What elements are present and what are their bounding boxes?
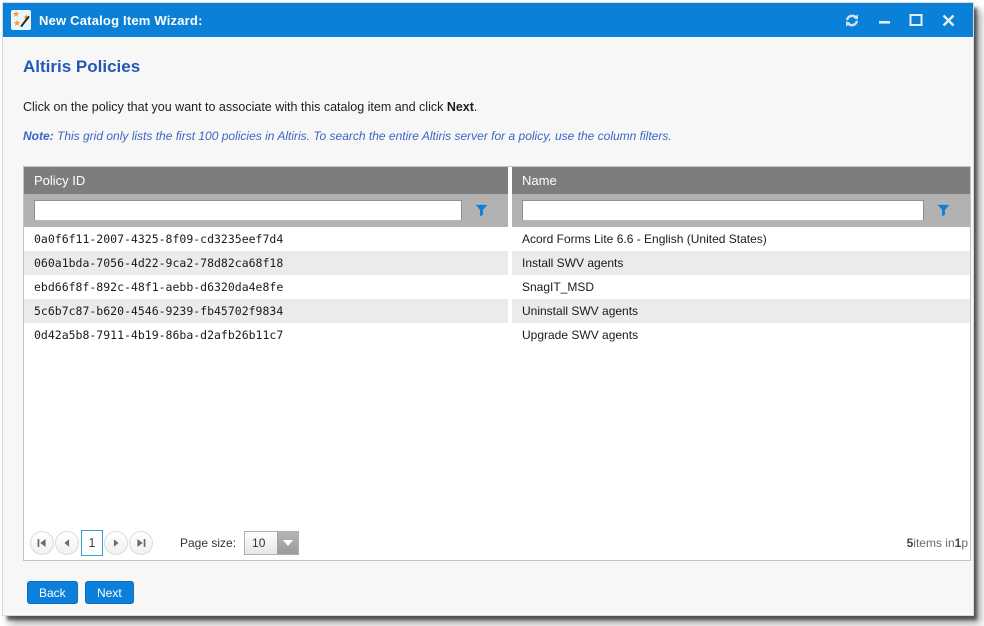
policy-id-filter-input[interactable]: [34, 200, 462, 221]
name-filter-input[interactable]: [522, 200, 924, 221]
items-count-text: 5 items in 1 p: [907, 525, 968, 560]
table-row[interactable]: 0d42a5b8-7911-4b19-86ba-d2afb26b11c7 Upg…: [24, 323, 970, 347]
maximize-icon[interactable]: [907, 11, 925, 29]
policy-id-cell: 060a1bda-7056-4d22-9ca2-78d82ca68f18: [24, 251, 508, 275]
wizard-icon: ★ ★ ★: [11, 10, 31, 30]
back-button[interactable]: Back: [27, 581, 78, 604]
titlebar: ★ ★ ★ New Catalog Item Wizard:: [3, 3, 973, 37]
close-icon[interactable]: [939, 11, 957, 29]
table-body: 0a0f6f11-2007-4325-8f09-cd3235eef7d4 Aco…: [24, 227, 970, 347]
table-row[interactable]: 060a1bda-7056-4d22-9ca2-78d82ca68f18 Ins…: [24, 251, 970, 275]
note-text: Note: This grid only lists the first 100…: [23, 129, 672, 143]
minimize-icon[interactable]: [875, 11, 893, 29]
page-size-label: Page size:: [180, 536, 236, 550]
name-filter-icon[interactable]: [924, 204, 962, 217]
next-button[interactable]: Next: [85, 581, 134, 604]
page-size-dropdown[interactable]: 10: [244, 531, 299, 555]
last-page-icon[interactable]: [129, 531, 153, 555]
policy-id-cell: 5c6b7c87-b620-4546-9239-fb45702f9834: [24, 299, 508, 323]
table-header-row: Policy ID Name: [24, 167, 970, 194]
page-size-value: 10: [245, 532, 277, 554]
policy-name-cell: Install SWV agents: [512, 251, 970, 275]
policies-table: Policy ID Name 0a0f6f11: [23, 166, 971, 561]
refresh-icon[interactable]: [843, 11, 861, 29]
window-controls: [843, 11, 965, 29]
dropdown-arrow-icon[interactable]: [277, 532, 298, 554]
policy-id-cell: 0d42a5b8-7911-4b19-86ba-d2afb26b11c7: [24, 323, 508, 347]
policy-name-cell: Acord Forms Lite 6.6 - English (United S…: [512, 227, 970, 251]
table-filter-row: [24, 194, 970, 227]
policy-name-cell: SnagIT_MSD: [512, 275, 970, 299]
wizard-window: ★ ★ ★ New Catalog Item Wizard:: [2, 2, 974, 616]
table-row[interactable]: 0a0f6f11-2007-4325-8f09-cd3235eef7d4 Aco…: [24, 227, 970, 251]
policy-id-cell: 0a0f6f11-2007-4325-8f09-cd3235eef7d4: [24, 227, 508, 251]
policy-name-cell: Upgrade SWV agents: [512, 323, 970, 347]
previous-page-icon[interactable]: [55, 531, 79, 555]
column-header-name[interactable]: Name: [512, 167, 970, 194]
page-number-button[interactable]: 1: [81, 530, 103, 556]
instruction-text: Click on the policy that you want to ass…: [23, 100, 477, 114]
table-empty-area: [24, 347, 970, 525]
policy-id-filter-icon[interactable]: [462, 204, 500, 217]
column-header-policy-id[interactable]: Policy ID: [24, 167, 508, 194]
next-page-icon[interactable]: [104, 531, 128, 555]
page-title: Altiris Policies: [23, 57, 140, 77]
table-row[interactable]: 5c6b7c87-b620-4546-9239-fb45702f9834 Uni…: [24, 299, 970, 323]
first-page-icon[interactable]: [30, 531, 54, 555]
pager: 1 Page size: 10 5 items in 1 p: [24, 525, 970, 560]
table-row[interactable]: ebd66f8f-892c-48f1-aebb-d6320da4e8fe Sna…: [24, 275, 970, 299]
note-label: Note:: [23, 129, 54, 143]
policy-id-cell: ebd66f8f-892c-48f1-aebb-d6320da4e8fe: [24, 275, 508, 299]
window-title: New Catalog Item Wizard:: [39, 13, 203, 28]
policy-name-cell: Uninstall SWV agents: [512, 299, 970, 323]
